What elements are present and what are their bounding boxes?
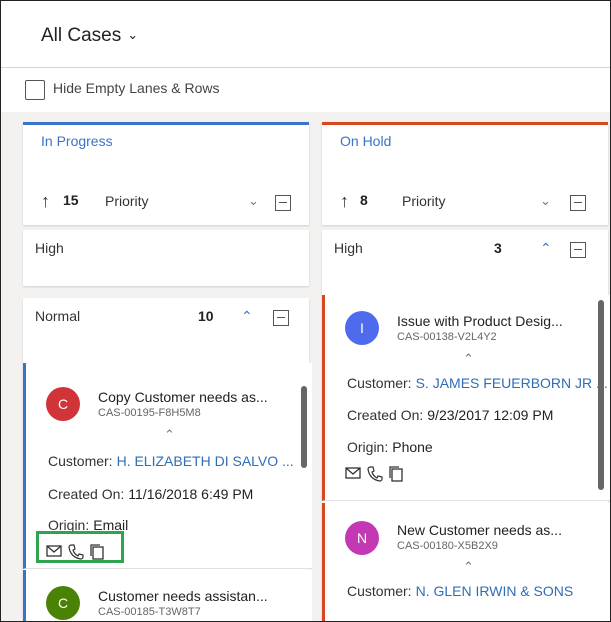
case-number: CAS-00180-X5B2X9 bbox=[397, 540, 498, 552]
group-name: Normal bbox=[35, 308, 81, 324]
chevron-up-icon[interactable]: ⌃ bbox=[164, 427, 175, 443]
case-card[interactable]: C Customer needs assistan... CAS-00185-T… bbox=[23, 570, 312, 621]
customer-field: Customer: S. JAMES FEUERBORN JR ... bbox=[347, 375, 608, 391]
filter-bar: Hide Empty Lanes & Rows bbox=[1, 68, 610, 112]
view-title: All Cases bbox=[41, 25, 122, 46]
field-label: Customer: bbox=[347, 583, 412, 599]
chevron-up-icon[interactable]: ⌃ bbox=[540, 240, 552, 257]
lane-header: On Hold ↑ 8 Priority ⌄ bbox=[322, 122, 608, 225]
lane-record-count: 8 bbox=[360, 192, 368, 208]
customer-link[interactable]: S. JAMES FEUERBORN JR ... bbox=[416, 375, 608, 391]
created-on-field: Created On: 9/23/2017 12:09 PM bbox=[347, 407, 553, 423]
case-card[interactable]: N New Customer needs as... CAS-00180-X5B… bbox=[322, 503, 610, 621]
lane-title: In Progress bbox=[41, 133, 113, 149]
group-name: High bbox=[334, 240, 363, 256]
case-title[interactable]: Issue with Product Desig... bbox=[397, 313, 563, 329]
customer-field: Customer: H. ELIZABETH DI SALVO ... bbox=[48, 453, 294, 469]
lane-record-count: 15 bbox=[63, 192, 79, 208]
avatar: I bbox=[345, 311, 379, 345]
card-actions bbox=[345, 465, 411, 483]
field-label: Created On: bbox=[48, 486, 125, 502]
field-value: 11/16/2018 6:49 PM bbox=[128, 486, 254, 502]
case-number: CAS-00138-V2L4Y2 bbox=[397, 331, 497, 343]
lane-scrollbar[interactable] bbox=[598, 300, 604, 490]
phone-icon[interactable] bbox=[367, 466, 385, 482]
arrow-up-icon[interactable]: ↑ bbox=[340, 191, 349, 212]
field-value: 9/23/2017 12:09 PM bbox=[427, 407, 554, 423]
customer-link[interactable]: H. ELIZABETH DI SALVO ... bbox=[117, 453, 294, 469]
mail-icon[interactable] bbox=[345, 466, 363, 482]
view-header: All Cases ⌄ bbox=[1, 1, 610, 68]
chevron-down-icon[interactable]: ⌄ bbox=[248, 193, 259, 209]
group-count: 10 bbox=[198, 308, 214, 324]
field-label: Customer: bbox=[347, 375, 412, 391]
case-number: CAS-00185-T3W8T7 bbox=[98, 606, 201, 618]
arrow-up-icon[interactable]: ↑ bbox=[41, 191, 50, 212]
lane-in-progress: In Progress ↑ 15 Priority ⌄ High Normal … bbox=[23, 122, 312, 621]
chevron-up-icon[interactable]: ⌃ bbox=[463, 351, 474, 367]
case-card[interactable]: I Issue with Product Desig... CAS-00138-… bbox=[322, 295, 610, 501]
chevron-up-icon[interactable]: ⌃ bbox=[241, 308, 253, 325]
case-title[interactable]: Customer needs assistan... bbox=[98, 588, 268, 604]
view-selector[interactable]: All Cases ⌄ bbox=[41, 25, 138, 47]
case-number: CAS-00195-F8H5M8 bbox=[98, 407, 201, 419]
created-on-field: Created On: 11/16/2018 6:49 PM bbox=[48, 486, 253, 502]
lane-title: On Hold bbox=[340, 133, 392, 149]
minimize-icon[interactable] bbox=[570, 195, 586, 211]
case-title[interactable]: New Customer needs as... bbox=[397, 522, 562, 538]
group-name: High bbox=[35, 240, 64, 256]
avatar: C bbox=[46, 586, 80, 620]
lane-on-hold: On Hold ↑ 8 Priority ⌄ High 3 ⌃ I Issue … bbox=[322, 122, 610, 621]
kanban-board: In Progress ↑ 15 Priority ⌄ High Normal … bbox=[1, 112, 610, 621]
customer-link[interactable]: N. GLEN IRWIN & SONS bbox=[416, 583, 574, 599]
field-label: Customer: bbox=[48, 453, 113, 469]
chevron-down-icon[interactable]: ⌄ bbox=[540, 193, 551, 209]
case-card[interactable]: C Copy Customer needs as... CAS-00195-F8… bbox=[23, 363, 312, 569]
minimize-icon[interactable] bbox=[275, 195, 291, 211]
chevron-down-icon[interactable]: ⌄ bbox=[127, 27, 138, 42]
case-title[interactable]: Copy Customer needs as... bbox=[98, 389, 268, 405]
avatar: C bbox=[46, 387, 80, 421]
field-label: Created On: bbox=[347, 407, 424, 423]
minimize-icon[interactable] bbox=[273, 310, 289, 326]
hide-empty-checkbox[interactable] bbox=[25, 80, 45, 100]
origin-field: Origin: Phone bbox=[347, 439, 433, 455]
hide-empty-label: Hide Empty Lanes & Rows bbox=[53, 80, 220, 96]
lane-scrollbar[interactable] bbox=[301, 386, 307, 468]
group-high: High 3 ⌃ I Issue with Product Desig... C… bbox=[322, 230, 610, 621]
lane-header: In Progress ↑ 15 Priority ⌄ bbox=[23, 122, 309, 225]
customer-field: Customer: N. GLEN IRWIN & SONS bbox=[347, 583, 573, 599]
kanban-view: All Cases ⌄ Hide Empty Lanes & Rows In Pr… bbox=[0, 0, 611, 622]
group-normal: Normal 10 ⌃ C Copy Customer needs as... … bbox=[23, 298, 312, 621]
copy-icon[interactable] bbox=[389, 466, 407, 482]
chevron-up-icon[interactable]: ⌃ bbox=[463, 559, 474, 575]
avatar: N bbox=[345, 521, 379, 555]
highlight-box bbox=[36, 531, 124, 563]
group-count: 3 bbox=[494, 240, 502, 256]
field-value: Phone bbox=[392, 439, 433, 455]
sort-field-selector[interactable]: Priority bbox=[105, 193, 149, 209]
minimize-icon[interactable] bbox=[570, 242, 586, 258]
sort-field-selector[interactable]: Priority bbox=[402, 193, 446, 209]
group-high: High bbox=[23, 230, 309, 286]
field-label: Origin: bbox=[347, 439, 389, 455]
